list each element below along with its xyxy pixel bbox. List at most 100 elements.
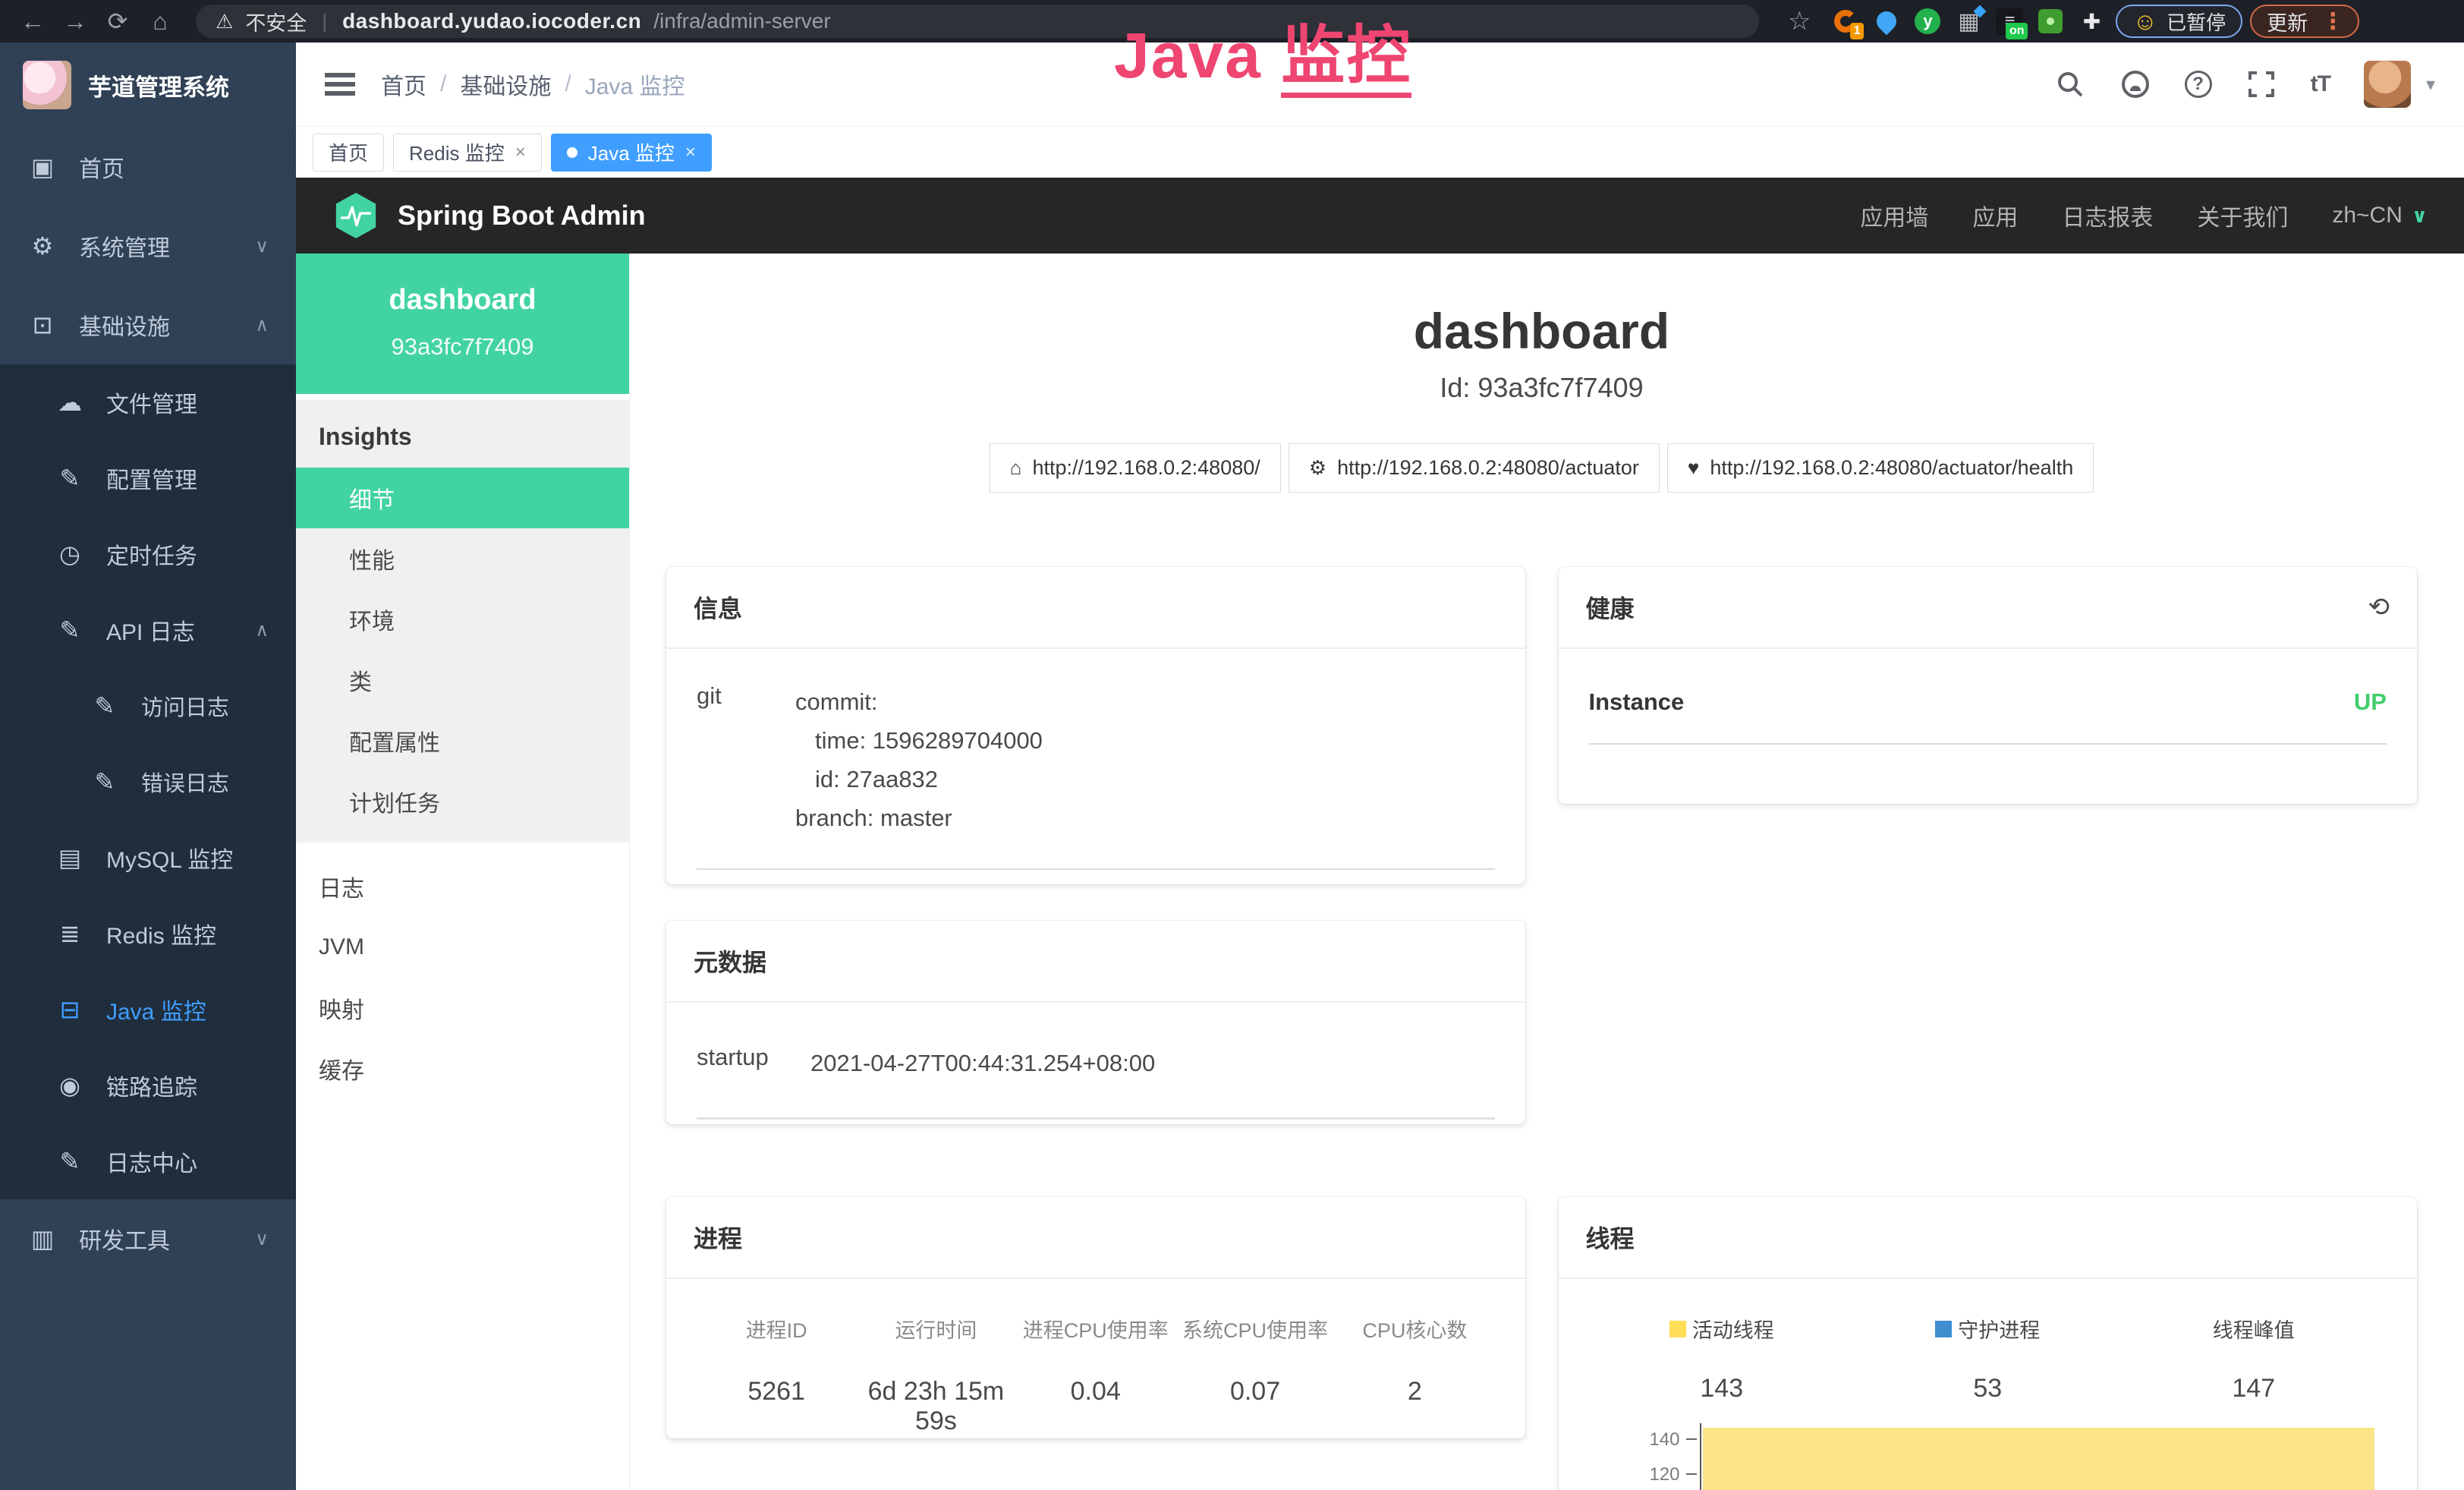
sba-menu-classes[interactable]: 类	[296, 650, 629, 710]
column-value: 6d 23h 15m 59s	[856, 1377, 1015, 1436]
instance-header[interactable]: dashboard 93a3fc7f7409	[296, 254, 629, 394]
browser-home-icon[interactable]: ⌂	[143, 8, 178, 36]
extension-pin-icon[interactable]	[1870, 5, 1903, 38]
extension-orange-icon[interactable]: 1	[1829, 5, 1862, 38]
annotation-java-monitor: Java 监控	[1114, 5, 1411, 96]
sba-locale-select[interactable]: zh~CN ∨	[2332, 203, 2428, 228]
extension-tabs-icon[interactable]: ≡ on	[1993, 5, 2026, 38]
sidebar-item-log-center[interactable]: ✎ 日志中心	[0, 1123, 296, 1199]
url-host: dashboard.yudao.iocoder.cn	[342, 9, 641, 33]
sba-brand[interactable]: Spring Boot Admin	[332, 191, 646, 241]
chevron-down-icon: ∨	[2412, 204, 2428, 228]
font-size-icon[interactable]: tT	[2311, 71, 2330, 97]
sba-nav-about[interactable]: 关于我们	[2197, 199, 2288, 232]
history-icon[interactable]: ⟲	[2368, 592, 2390, 622]
breadcrumb-infra[interactable]: 基础设施	[460, 68, 551, 101]
not-secure-label: 不安全	[245, 7, 307, 36]
page-instance-id: Id: 93a3fc7f7409	[666, 372, 2417, 404]
browser-update-button[interactable]: 更新 ⋮	[2250, 5, 2359, 38]
url-path: /infra/admin-server	[653, 9, 830, 33]
sba-menu-scheduled-tasks[interactable]: 计划任务	[296, 771, 629, 832]
column-value: 5261	[697, 1377, 856, 1407]
y-axis-tickmark	[1686, 1438, 1697, 1440]
avatar-caret-icon[interactable]: ▾	[2426, 74, 2435, 96]
tab-home[interactable]: 首页	[313, 134, 384, 172]
metadata-value: 2021-04-27T00:44:31.254+08:00	[810, 1044, 1495, 1082]
sidebar-item-system[interactable]: ⚙ 系统管理 ∨	[0, 206, 296, 285]
instance-name: dashboard	[308, 284, 617, 317]
info-key: git	[697, 682, 795, 838]
locale-label: zh~CN	[2332, 203, 2403, 228]
github-icon[interactable]	[2119, 68, 2151, 100]
sba-menu-logs[interactable]: 日志	[296, 856, 629, 917]
sba-main: dashboard Id: 93a3fc7f7409 ⌂ http://192.…	[630, 254, 2464, 1490]
timer-icon: ◷	[55, 540, 85, 569]
service-url-link[interactable]: ⌂ http://192.168.0.2:48080/	[990, 443, 1281, 493]
git-commit-line: commit:	[795, 682, 1495, 721]
leaf-glyph	[2038, 9, 2063, 33]
browser-reload-icon[interactable]: ⟳	[100, 7, 135, 36]
stat-value: 53	[1855, 1374, 2121, 1403]
sba-menu-environment[interactable]: 环境	[296, 589, 629, 650]
sidebar-item-mysql-monitor[interactable]: ▤ MySQL 监控	[0, 820, 296, 896]
card-title: 进程	[694, 1220, 742, 1255]
profile-paused-chip[interactable]: ☺ 已暂停	[2116, 5, 2242, 38]
sidebar-item-config-manage[interactable]: ✎ 配置管理	[0, 440, 296, 516]
tab-java-monitor[interactable]: Java 监控 ×	[551, 134, 712, 172]
process-col-proc-cpu: 进程CPU使用率 0.04	[1016, 1314, 1175, 1436]
sidebar-item-file-manage[interactable]: ☁ 文件管理	[0, 364, 296, 440]
extension-green-icon[interactable]	[2034, 5, 2067, 38]
threads-area-chart: 140 120 100	[1589, 1423, 2387, 1490]
on-badge: on	[2006, 23, 2028, 39]
actuator-url-link[interactable]: ⚙ http://192.168.0.2:48080/actuator	[1289, 443, 1660, 493]
sidebar-item-dev-tools[interactable]: ▥ 研发工具 ∨	[0, 1199, 296, 1278]
extension-grid-icon[interactable]: ▦	[1952, 5, 1985, 38]
eye-icon: ◉	[55, 1071, 85, 1100]
address-bar[interactable]: ⚠ 不安全 | dashboard.yudao.iocoder.cn /infr…	[196, 5, 1759, 38]
sidebar-item-java-monitor[interactable]: ⊟ Java 监控	[0, 972, 296, 1047]
sba-header: Spring Boot Admin 应用墙 应用 日志报表 关于我们 zh~CN…	[296, 178, 2464, 254]
sba-nav-applications[interactable]: 应用	[1972, 199, 2018, 232]
briefcase-icon: ▥	[27, 1224, 58, 1253]
user-avatar[interactable]	[2364, 61, 2411, 108]
sidebar-item-scheduled-job[interactable]: ◷ 定时任务	[0, 516, 296, 592]
extensions-puzzle-icon[interactable]: ✚	[2075, 5, 2108, 38]
health-url-link[interactable]: ♥ http://192.168.0.2:48080/actuator/heal…	[1667, 443, 2094, 493]
sidebar-item-infra[interactable]: ⊡ 基础设施 ∧	[0, 285, 296, 364]
browser-forward-icon[interactable]: →	[58, 8, 93, 36]
browser-menu-icon[interactable]: ⋮	[2321, 8, 2343, 35]
bookmark-star-icon[interactable]: ☆	[1788, 6, 1811, 36]
tags-view-bar: 首页 Redis 监控 × Java 监控 ×	[296, 126, 2464, 178]
sidebar-logo-row[interactable]: 芋道管理系统	[0, 43, 296, 128]
help-icon[interactable]: ?	[2185, 71, 2212, 98]
info-value: commit: time: 1596289704000 id: 27aa832 …	[795, 682, 1495, 838]
extension-y-icon[interactable]: y	[1911, 5, 1944, 38]
health-instance-row: Instance UP	[1589, 688, 2387, 745]
sba-nav-wallboard[interactable]: 应用墙	[1860, 199, 1928, 232]
breadcrumb-home[interactable]: 首页	[381, 68, 426, 101]
sidebar-item-redis-monitor[interactable]: ≣ Redis 监控	[0, 896, 296, 972]
sidebar-item-trace[interactable]: ◉ 链路追踪	[0, 1047, 296, 1123]
sba-menu-caches[interactable]: 缓存	[296, 1038, 629, 1099]
sidebar-item-api-log[interactable]: ✎ API 日志 ∧	[0, 592, 296, 668]
annotation-word-underlined: 监控	[1281, 20, 1411, 98]
sba-menu-jvm[interactable]: JVM	[296, 917, 629, 978]
sba-menu-details[interactable]: 细节	[296, 468, 629, 528]
sidebar-item-error-log[interactable]: ✎ 错误日志	[0, 744, 296, 820]
search-icon[interactable]	[2054, 68, 2086, 100]
close-icon[interactable]: ×	[515, 142, 526, 163]
sba-nav-journal[interactable]: 日志报表	[2062, 199, 2153, 232]
sba-menu-metrics[interactable]: 性能	[296, 528, 629, 589]
threads-legend: 活动线程 143 守护进程 53	[1589, 1314, 2387, 1403]
collapse-sidebar-icon[interactable]	[325, 73, 355, 96]
sba-menu-mappings[interactable]: 映射	[296, 978, 629, 1038]
tab-redis-monitor[interactable]: Redis 监控 ×	[393, 134, 542, 172]
close-icon[interactable]: ×	[685, 142, 696, 163]
fullscreen-icon[interactable]	[2245, 68, 2277, 100]
sidebar-item-access-log[interactable]: ✎ 访问日志	[0, 668, 296, 744]
sba-menu-config-props[interactable]: 配置属性	[296, 710, 629, 771]
sidebar-item-home[interactable]: ▣ 首页	[0, 128, 296, 206]
info-git-row: git commit: time: 1596289704000 id: 27aa…	[697, 682, 1495, 870]
browser-back-icon[interactable]: ←	[15, 8, 50, 36]
sidebar-item-label: 定时任务	[106, 537, 269, 571]
